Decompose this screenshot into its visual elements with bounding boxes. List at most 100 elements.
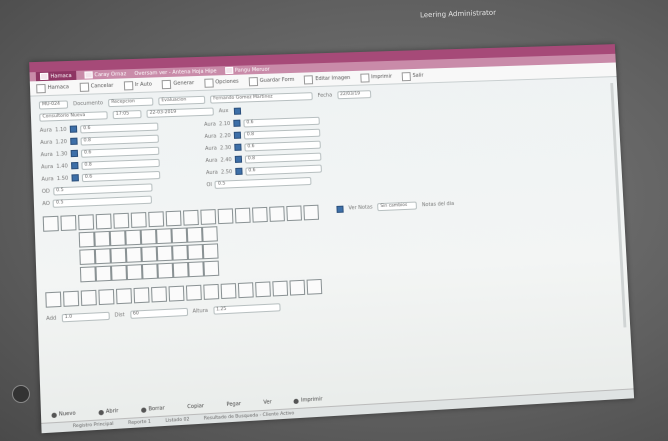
right-input-3[interactable]: 0.6 bbox=[244, 140, 321, 152]
right-checkbox-2[interactable] bbox=[233, 131, 241, 139]
note-field[interactable]: Sin cambios bbox=[377, 201, 418, 212]
tab-caray[interactable]: Caray Ornaz bbox=[83, 70, 126, 79]
grid-box[interactable] bbox=[220, 283, 237, 300]
matrix-cell[interactable] bbox=[79, 248, 96, 265]
grid-box[interactable] bbox=[237, 282, 254, 299]
grid-box[interactable] bbox=[255, 281, 271, 298]
grid-box[interactable] bbox=[98, 288, 115, 306]
right-input-1[interactable]: 0.6 bbox=[243, 116, 320, 128]
grid-box[interactable] bbox=[165, 210, 182, 227]
left-checkbox-1[interactable] bbox=[69, 125, 78, 133]
type-field[interactable]: Evaluacion bbox=[158, 95, 206, 106]
date-field[interactable]: 22/03/19 bbox=[336, 90, 371, 100]
status-item-1[interactable]: Registro Principal bbox=[73, 422, 114, 430]
matrix-cell[interactable] bbox=[125, 229, 142, 246]
status-item-3[interactable]: Listado 02 bbox=[165, 417, 189, 424]
left-input-5[interactable]: 0.6 bbox=[81, 170, 161, 182]
grid-box[interactable] bbox=[168, 285, 185, 302]
grid-box[interactable] bbox=[95, 213, 112, 230]
ref-field[interactable]: 22-03-2019 bbox=[146, 107, 214, 118]
dist-field[interactable]: 60 bbox=[129, 307, 188, 319]
matrix-cell[interactable] bbox=[188, 261, 204, 278]
matrix-cell[interactable] bbox=[156, 228, 172, 245]
left-input-4[interactable]: 0.8 bbox=[81, 158, 160, 170]
sub-field[interactable]: Consultorio Nueva bbox=[39, 111, 108, 122]
grid-box[interactable] bbox=[306, 278, 323, 295]
matrix-cell[interactable] bbox=[187, 244, 204, 260]
od-input[interactable]: 0.5 bbox=[52, 182, 153, 196]
toolbar-cancelar[interactable]: Cancelar bbox=[79, 81, 113, 92]
note-checkbox[interactable] bbox=[336, 205, 344, 213]
toolbar-imprimir[interactable]: Imprimir bbox=[360, 72, 392, 83]
toolbar-irauto[interactable]: Ir Auto bbox=[123, 80, 152, 90]
grid-box[interactable] bbox=[303, 204, 320, 221]
altura-field[interactable]: 1.25 bbox=[212, 303, 281, 315]
matrix-cell[interactable] bbox=[141, 246, 158, 263]
grid-box[interactable] bbox=[130, 212, 147, 228]
code-field[interactable]: MU-024 bbox=[38, 100, 69, 110]
matrix-cell[interactable] bbox=[79, 266, 96, 283]
name-field[interactable]: Fernando Gomez Martinez bbox=[209, 92, 313, 104]
grid-box[interactable] bbox=[80, 289, 97, 306]
tab-pangu[interactable]: Pangu Meruor bbox=[224, 66, 270, 75]
right-checkbox-3[interactable] bbox=[234, 143, 242, 151]
delete-button[interactable]: Borrar bbox=[141, 405, 165, 413]
matrix-cell[interactable] bbox=[172, 244, 188, 261]
time-field[interactable]: 17:05 bbox=[112, 110, 142, 120]
matrix-cell[interactable] bbox=[186, 226, 203, 243]
matrix-cell[interactable] bbox=[110, 264, 128, 281]
oi-input[interactable]: 0.5 bbox=[214, 176, 312, 189]
left-checkbox-2[interactable] bbox=[70, 137, 78, 145]
grid-box[interactable] bbox=[185, 284, 202, 301]
matrix-cell[interactable] bbox=[203, 260, 220, 277]
matrix-cell[interactable] bbox=[156, 245, 173, 262]
open-button[interactable]: Abrir bbox=[98, 408, 119, 415]
matrix-cell[interactable] bbox=[94, 248, 111, 265]
matrix-cell[interactable] bbox=[125, 246, 142, 263]
grid-box[interactable] bbox=[272, 280, 289, 297]
toolbar-generar[interactable]: Generar bbox=[162, 79, 194, 89]
matrix-cell[interactable] bbox=[172, 261, 189, 278]
matrix-cell[interactable] bbox=[109, 230, 126, 247]
right-checkbox-1[interactable] bbox=[233, 119, 241, 127]
matrix-cell[interactable] bbox=[78, 231, 95, 248]
toolbar-salir[interactable]: Salir bbox=[401, 71, 424, 81]
grid-box[interactable] bbox=[234, 207, 251, 224]
toolbar-opciones[interactable]: Opciones bbox=[204, 77, 239, 88]
copy-button[interactable]: Copiar bbox=[187, 403, 204, 410]
grid-box[interactable] bbox=[63, 290, 80, 307]
paste-button[interactable]: Pegar bbox=[226, 401, 241, 408]
start-button[interactable] bbox=[12, 385, 30, 403]
aux-checkbox[interactable] bbox=[233, 107, 241, 115]
status-item-2[interactable]: Reporte 1 bbox=[128, 420, 151, 426]
view-button[interactable]: Ver bbox=[263, 399, 272, 406]
grid-box[interactable] bbox=[203, 283, 220, 300]
matrix-cell[interactable] bbox=[202, 243, 219, 260]
grid-box[interactable] bbox=[133, 287, 150, 304]
matrix-cell[interactable] bbox=[171, 227, 188, 244]
new-button[interactable]: Nuevo bbox=[51, 411, 76, 419]
grid-box[interactable] bbox=[78, 214, 95, 231]
grid-box[interactable] bbox=[151, 286, 168, 303]
grid-box[interactable] bbox=[269, 206, 285, 222]
left-input-3[interactable]: 0.6 bbox=[80, 146, 160, 158]
tab-hamaca[interactable]: Hamaca bbox=[35, 70, 76, 82]
left-input-2[interactable]: 0.8 bbox=[80, 134, 159, 146]
matrix-cell[interactable] bbox=[157, 262, 174, 279]
grid-box[interactable] bbox=[289, 279, 306, 296]
add-field[interactable]: 1.0 bbox=[61, 311, 110, 323]
matrix-cell[interactable] bbox=[110, 247, 127, 264]
matrix-cell[interactable] bbox=[140, 228, 157, 245]
matrix-cell[interactable] bbox=[95, 265, 112, 282]
grid-box[interactable] bbox=[113, 212, 130, 229]
left-checkbox-5[interactable] bbox=[71, 174, 79, 182]
grid-box[interactable] bbox=[217, 208, 234, 225]
toolbar-hamaca[interactable]: Hamaca bbox=[36, 83, 69, 93]
grid-box[interactable] bbox=[286, 205, 302, 222]
toolbar-guardar[interactable]: Guardar Form bbox=[248, 75, 295, 86]
grid-box[interactable] bbox=[42, 215, 59, 232]
ao-input[interactable]: 0.5 bbox=[52, 195, 153, 208]
print-button[interactable]: Imprimir bbox=[293, 396, 323, 404]
grid-box[interactable] bbox=[115, 288, 133, 305]
matrix-cell[interactable] bbox=[202, 226, 218, 243]
